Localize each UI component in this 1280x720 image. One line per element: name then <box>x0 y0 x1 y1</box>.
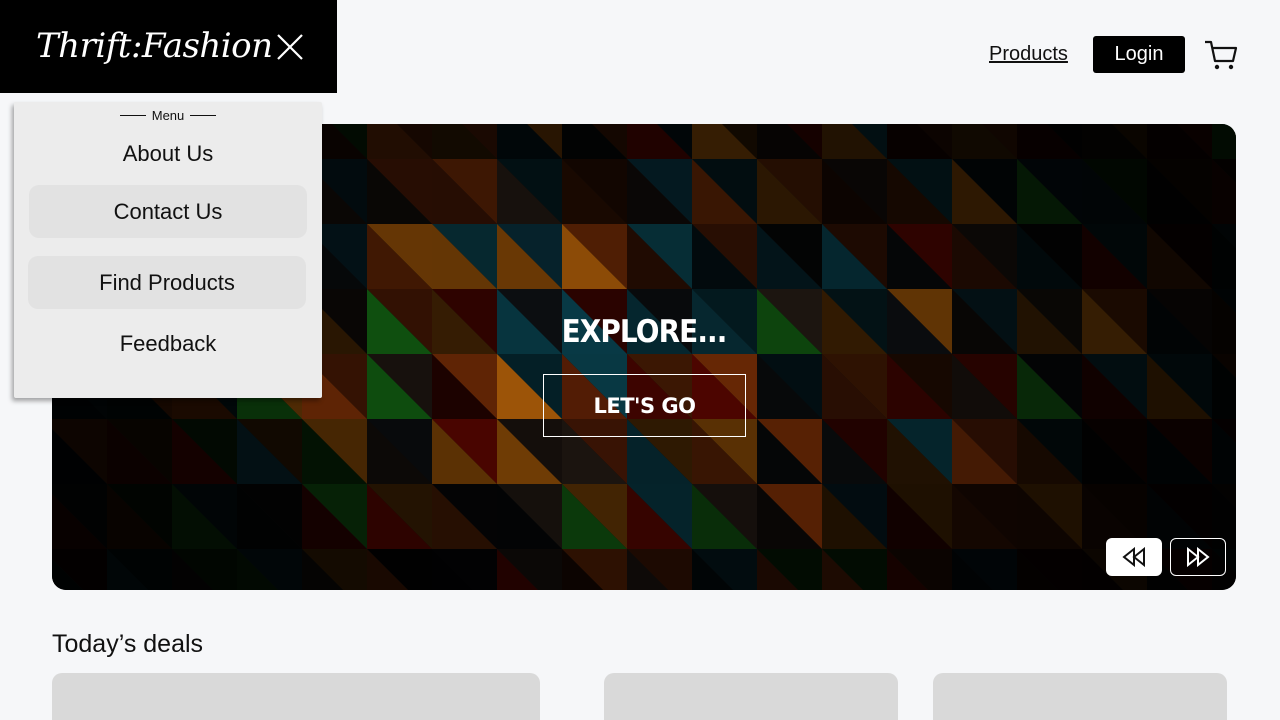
deal-card[interactable] <box>52 673 540 720</box>
nav-link-products[interactable]: Products <box>989 43 1068 66</box>
carousel-prev-button[interactable] <box>1106 538 1162 576</box>
deal-card[interactable] <box>604 673 898 720</box>
login-button[interactable]: Login <box>1093 36 1185 73</box>
menu-item-contact-us[interactable]: Contact Us <box>29 185 307 238</box>
menu-heading-label: Menu <box>151 108 185 123</box>
deal-card[interactable] <box>933 673 1227 720</box>
brand-bar: Thrift:Fashion <box>0 0 337 93</box>
close-icon[interactable] <box>274 31 306 63</box>
menu-heading: Menu <box>14 108 322 123</box>
rewind-icon <box>1122 547 1145 567</box>
divider <box>190 115 217 116</box>
logo[interactable]: Thrift:Fashion <box>36 26 273 66</box>
lets-go-button[interactable]: LET'S GO <box>543 374 746 437</box>
fast-forward-icon <box>1187 547 1210 567</box>
menu-item-about-us[interactable]: About Us <box>29 127 307 180</box>
divider <box>119 115 146 116</box>
side-menu: Menu About Us Contact Us Find Products F… <box>14 102 322 398</box>
section-title-todays-deals: Today’s deals <box>52 630 204 658</box>
menu-item-find-products[interactable]: Find Products <box>28 256 306 309</box>
pattern-tile <box>1212 124 1236 159</box>
menu-item-feedback[interactable]: Feedback <box>29 317 307 370</box>
cart-icon[interactable] <box>1204 38 1238 72</box>
carousel-next-button[interactable] <box>1170 538 1226 576</box>
